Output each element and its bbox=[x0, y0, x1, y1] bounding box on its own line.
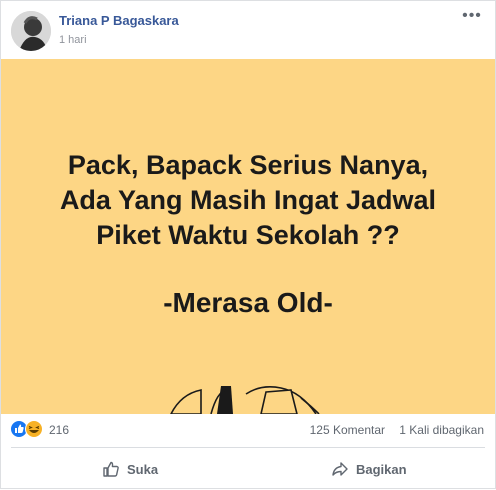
comment-count[interactable]: 125 Komentar bbox=[310, 423, 385, 437]
headline-line-2: Ada Yang Masih Ingat Jadwal bbox=[59, 185, 437, 215]
avatar-image bbox=[11, 11, 51, 51]
image-headline: Pack, Bapack Serius Nanya, Ada Yang Masi… bbox=[1, 148, 495, 253]
share-count[interactable]: 1 Kali dibagikan bbox=[399, 423, 484, 437]
haha-icon bbox=[25, 420, 43, 438]
reaction-icons-group bbox=[10, 420, 43, 438]
share-label: Bagikan bbox=[356, 461, 407, 477]
like-label: Suka bbox=[127, 461, 159, 477]
like-icon bbox=[10, 420, 28, 438]
headline-line-3: Piket Waktu Sekolah ?? bbox=[96, 220, 400, 250]
image-tagline: -Merasa Old- bbox=[163, 287, 333, 318]
like-button[interactable]: Suka bbox=[102, 455, 158, 483]
more-options-icon[interactable]: ••• bbox=[461, 8, 483, 27]
reaction-icons[interactable] bbox=[10, 420, 46, 438]
post-header: Triana P Bagaskara 1 hari ••• bbox=[1, 1, 495, 59]
post-stats: 216 125 Komentar 1 Kali dibagikan bbox=[1, 414, 495, 444]
author-name[interactable]: Triana P Bagaskara bbox=[59, 13, 179, 28]
post-actions: Suka Bagikan bbox=[1, 449, 495, 490]
post-timestamp[interactable]: 1 hari bbox=[59, 34, 87, 46]
divider bbox=[11, 447, 485, 448]
author-avatar[interactable] bbox=[11, 11, 51, 51]
post-image[interactable]: Pack, Bapack Serius Nanya, Ada Yang Masi… bbox=[1, 59, 495, 414]
reaction-count[interactable]: 216 bbox=[49, 423, 69, 437]
people-illustration bbox=[170, 386, 320, 414]
headline-line-1: Pack, Bapack Serius Nanya, bbox=[67, 150, 429, 180]
share-button[interactable]: Bagikan bbox=[331, 455, 407, 483]
share-arrow-icon bbox=[332, 462, 348, 476]
post-card: Triana P Bagaskara 1 hari ••• Pack, Bapa… bbox=[0, 0, 496, 489]
thumbs-up-icon bbox=[103, 461, 119, 477]
